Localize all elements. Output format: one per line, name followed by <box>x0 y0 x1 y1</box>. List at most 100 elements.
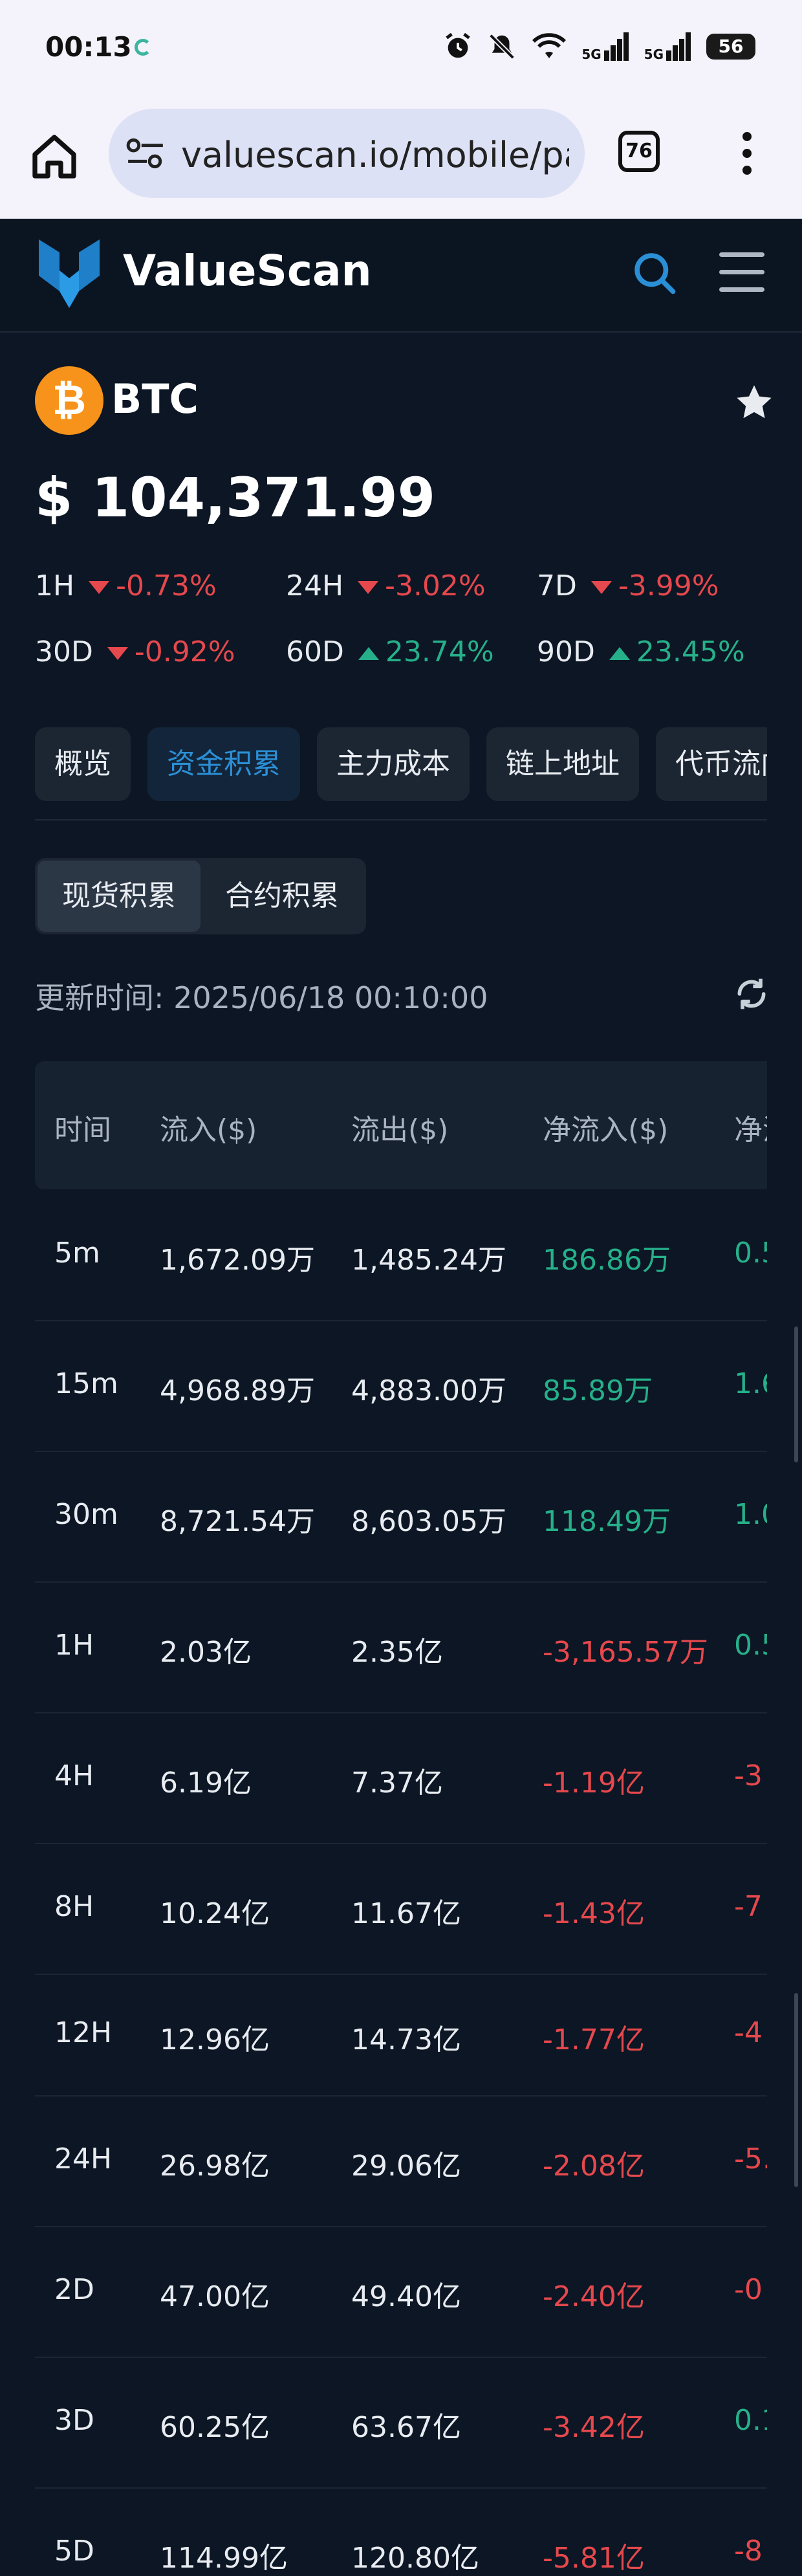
triangle-up-icon <box>609 647 630 660</box>
table-cell: 26.98亿 <box>160 2150 270 2183</box>
favorite-star-icon[interactable] <box>733 382 775 423</box>
change-period: 7D <box>537 569 577 602</box>
wifi-icon <box>532 33 567 58</box>
brand-name[interactable]: ValueScan <box>123 246 372 296</box>
column-header[interactable]: 流出($) <box>351 1106 448 1148</box>
table-row[interactable]: 5D 114.99亿 120.80亿 -5.81亿 -8 <box>35 2487 767 2576</box>
triangle-up-icon <box>358 647 379 660</box>
table-cell: 29.06亿 <box>351 2150 461 2183</box>
table-row[interactable]: 3D 60.25亿 63.67亿 -3.42亿 0.1 <box>35 2357 767 2489</box>
price-change-90d: 90D 23.45% <box>537 633 745 672</box>
table-cell: 14.73亿 <box>351 2023 461 2056</box>
table-cell: -8 <box>734 2535 763 2568</box>
tab-4[interactable]: 代币流向 <box>656 727 767 801</box>
btc-icon: ₿ <box>35 366 103 435</box>
signal-icon <box>666 32 691 61</box>
browser-menu-icon[interactable] <box>737 132 757 180</box>
table-cell: 4,883.00万 <box>351 1374 506 1407</box>
table-cell: 1.6 <box>734 1367 767 1400</box>
triangle-down-icon <box>591 581 612 594</box>
table-cell: 1,485.24万 <box>351 1244 506 1277</box>
subtab-1[interactable]: 合约积累 <box>200 861 363 932</box>
column-header[interactable]: 净流入($) <box>543 1106 668 1148</box>
table-cell: -3 <box>734 1759 763 1792</box>
change-value: -3.99% <box>618 569 719 602</box>
table-cell: 12.96亿 <box>160 2023 270 2056</box>
table-row[interactable]: 30m 8,721.54万 8,603.05万 118.49万 1.0 <box>35 1451 767 1583</box>
divider <box>35 819 767 820</box>
table-row[interactable]: 12H 12.96亿 14.73亿 -1.77亿 -4 <box>35 1974 767 2097</box>
signal-icon <box>603 32 629 61</box>
table-cell: -1.19亿 <box>543 1767 645 1800</box>
update-time: 更新时间: 2025/06/18 00:10:00 <box>35 980 488 1015</box>
coin-symbol: BTC <box>111 375 199 423</box>
refresh-icon[interactable] <box>733 976 770 1012</box>
browser-toolbar: valuescan.io/mobile/page 76 <box>0 97 802 219</box>
table-cell: 114.99亿 <box>160 2542 288 2575</box>
change-value: -3.02% <box>385 569 486 602</box>
table-cell: 11.67亿 <box>351 1897 461 1930</box>
table-cell: -7 <box>734 1890 763 1923</box>
accumulation-type-tabs: 现货积累 合约积累 <box>35 858 366 934</box>
change-period: 90D <box>537 635 595 668</box>
table-cell: 1,672.09万 <box>160 1244 315 1277</box>
change-period: 60D <box>286 635 344 668</box>
table-cell: 10.24亿 <box>160 1897 270 1930</box>
tab-3[interactable]: 链上地址 <box>486 727 639 801</box>
table-cell: -2.08亿 <box>543 2150 645 2183</box>
column-header[interactable]: 时间 <box>54 1106 111 1148</box>
table-cell: 8,721.54万 <box>160 1505 315 1538</box>
address-bar[interactable]: valuescan.io/mobile/page <box>109 109 585 198</box>
table-row[interactable]: 15m 4,968.89万 4,883.00万 85.89万 1.6 <box>35 1320 767 1452</box>
price-change-24h: 24H -3.02% <box>286 567 486 606</box>
triangle-down-icon <box>107 647 128 660</box>
status-time: 00:13 <box>45 31 132 63</box>
page-scrollbar[interactable] <box>794 1327 798 1462</box>
change-value: 23.45% <box>636 635 745 668</box>
table-cell: 0.5 <box>734 1237 767 1270</box>
signal-1: 5G <box>581 32 629 61</box>
table-cell: 24H <box>54 2142 113 2175</box>
tab-switcher-button[interactable]: 76 <box>618 131 660 172</box>
table-cell: 49.40亿 <box>351 2280 461 2313</box>
table-cell: 12H <box>54 2016 113 2049</box>
change-value: 23.74% <box>385 635 494 668</box>
search-icon[interactable] <box>630 248 679 298</box>
page-scrollbar-thumb[interactable] <box>794 1993 798 2187</box>
table-cell: 2.35亿 <box>351 1636 443 1669</box>
table-row[interactable]: 1H 2.03亿 2.35亿 -3,165.57万 0.5 <box>35 1581 767 1713</box>
tab-1[interactable]: 资金积累 <box>147 727 300 801</box>
table-cell: 85.89万 <box>543 1374 653 1407</box>
table-row[interactable]: 5m 1,672.09万 1,485.24万 186.86万 0.5 <box>35 1189 767 1321</box>
table-row[interactable]: 4H 6.19亿 7.37亿 -1.19亿 -3 <box>35 1712 767 1844</box>
table-cell: 6.19亿 <box>160 1767 252 1800</box>
change-period: 30D <box>35 635 93 668</box>
table-cell: 0.1 <box>734 2404 767 2437</box>
site-settings-icon[interactable] <box>125 137 166 170</box>
table-cell: 1.0 <box>734 1498 767 1531</box>
tab-0[interactable]: 概览 <box>35 727 131 801</box>
sync-icon <box>135 39 151 56</box>
url-text[interactable]: valuescan.io/mobile/page <box>181 135 569 175</box>
table-cell: -2.40亿 <box>543 2280 645 2313</box>
hamburger-menu-icon[interactable] <box>719 252 764 305</box>
table-row[interactable]: 8H 10.24亿 11.67亿 -1.43亿 -7 <box>35 1843 767 1975</box>
table-cell: 4,968.89万 <box>160 1374 315 1407</box>
tab-2[interactable]: 主力成本 <box>317 727 470 801</box>
table-cell: -1.77亿 <box>543 2023 645 2056</box>
home-icon[interactable] <box>28 131 80 182</box>
valuescan-logo-icon[interactable] <box>39 239 100 308</box>
table-cell: 4H <box>54 1759 94 1792</box>
column-header[interactable]: 净流入 <box>734 1106 767 1148</box>
table-row[interactable]: 24H 26.98亿 29.06亿 -2.08亿 -5. <box>35 2095 767 2227</box>
table-row[interactable]: 2D 47.00亿 49.40亿 -2.40亿 -0 <box>35 2226 767 2358</box>
coin-price: $ 104,371.99 <box>35 466 436 529</box>
flow-table[interactable]: 时间 流入($) 流出($) 净流入($) 净流入 5m 1,672.09万 1,485.2… <box>35 1061 767 2576</box>
table-cell: 63.67亿 <box>351 2411 461 2444</box>
table-cell: 3D <box>54 2404 94 2437</box>
table-cell: 2D <box>54 2273 94 2306</box>
column-header[interactable]: 流入($) <box>160 1106 257 1148</box>
subtab-0[interactable]: 现货积累 <box>38 861 200 932</box>
table-cell: 60.25亿 <box>160 2411 270 2444</box>
price-change-7d: 7D -3.99% <box>537 567 719 606</box>
